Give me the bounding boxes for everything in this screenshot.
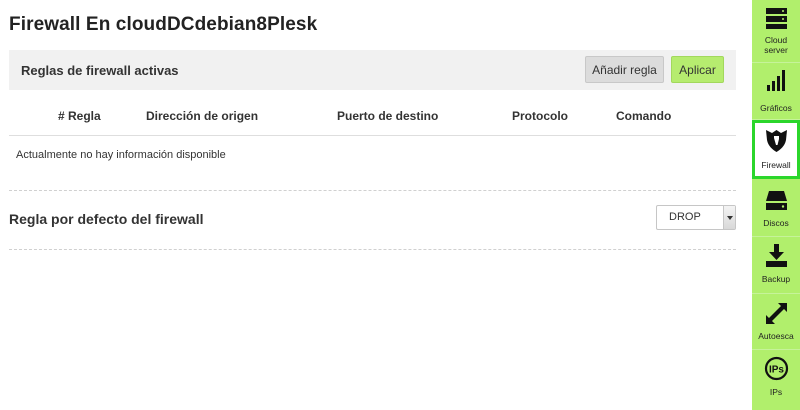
sidebar-item-disks[interactable]: Discos [752, 180, 800, 237]
column-header-command: Comando [616, 109, 672, 123]
shield-icon [766, 130, 787, 152]
sidebar-item-label: Firewall [761, 160, 791, 170]
sidebar-item-label: Discos [763, 218, 789, 228]
disk-icon [766, 191, 787, 210]
sidebar-item-autoscaling[interactable]: Autoesca [752, 294, 800, 351]
sidebar-item-label: server [764, 45, 788, 55]
apply-button[interactable]: Aplicar [671, 56, 724, 83]
rules-section-title: Reglas de firewall activas [21, 63, 179, 78]
sidebar-item-ips[interactable]: IPs IPs [752, 350, 800, 407]
download-icon [766, 244, 787, 267]
sidebar-item-label: Cloud [764, 35, 788, 45]
svg-text:IPs: IPs [769, 365, 784, 376]
right-sidebar: Cloud server Gráficos Firewall Discos Ba… [752, 0, 800, 410]
section-divider [9, 249, 736, 250]
ips-icon: IPs [764, 356, 789, 381]
bar-chart-icon [767, 70, 785, 91]
sidebar-item-label: Backup [761, 274, 791, 284]
default-policy-select[interactable]: DROP [656, 205, 736, 230]
sidebar-item-graphics[interactable]: Gráficos [752, 63, 800, 120]
column-header-destination-port: Puerto de destino [337, 109, 439, 123]
sidebar-item-cloud-server[interactable]: Cloud server [752, 0, 800, 57]
sidebar-item-label: IPs [769, 387, 783, 397]
chevron-down-icon[interactable] [723, 206, 735, 229]
rules-table-header: # Regla Dirección de origen Puerto de de… [9, 96, 736, 136]
page-title: Firewall En cloudDCdebian8Plesk [9, 14, 318, 35]
add-rule-button[interactable]: Añadir regla [585, 56, 664, 83]
column-header-protocol: Protocolo [512, 109, 568, 123]
column-header-source-address: Dirección de origen [146, 109, 259, 123]
rules-header-bar: Reglas de firewall activas Añadir regla … [9, 50, 736, 90]
column-header-rule-number: # Regla [58, 109, 101, 123]
empty-table-message: Actualmente no hay información disponibl… [16, 149, 226, 161]
resize-arrows-icon [766, 303, 787, 324]
main-content: Firewall En cloudDCdebian8Plesk Reglas d… [0, 0, 752, 410]
server-icon [766, 8, 787, 29]
sidebar-item-firewall[interactable]: Firewall [752, 120, 800, 179]
sidebar-item-backup[interactable]: Backup [752, 237, 800, 294]
section-divider [9, 190, 736, 191]
default-policy-value: DROP [669, 211, 701, 223]
sidebar-item-label: Autoesca [758, 331, 794, 341]
sidebar-item-label: Gráficos [760, 103, 792, 113]
default-rule-title: Regla por defecto del firewall [9, 211, 204, 227]
